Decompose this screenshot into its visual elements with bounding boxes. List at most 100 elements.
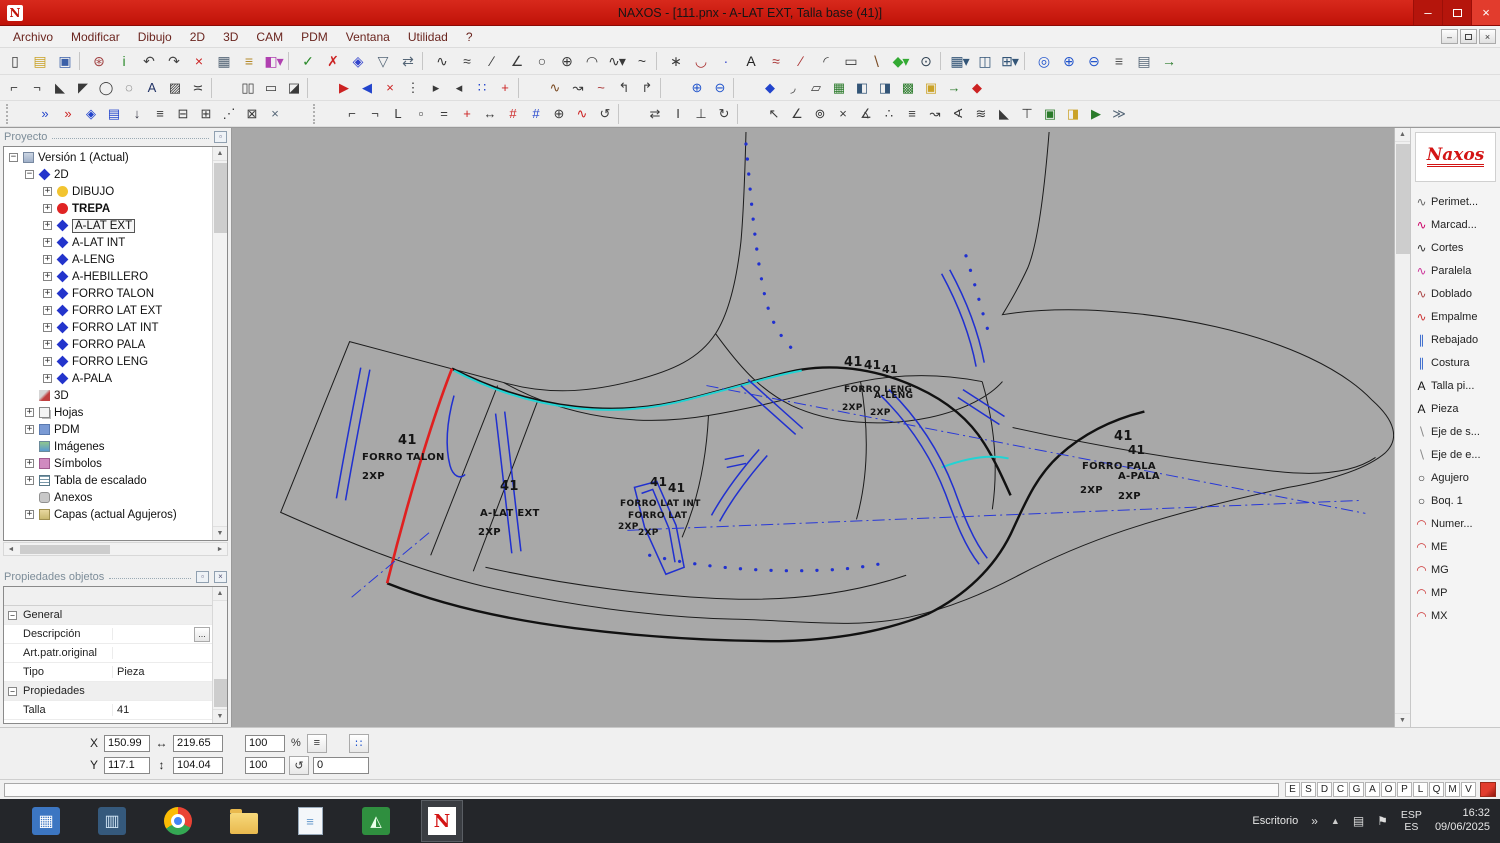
status-letter[interactable]: A — [1365, 782, 1380, 797]
fill-color-icon[interactable]: ◧▾ — [261, 50, 286, 72]
diag-dots-icon[interactable]: ⋰ — [217, 104, 240, 124]
drawing-canvas[interactable]: 41 FORRO TALON 2XP 41 A-LAT EXT 2XP 41 41 FORRO … — [232, 128, 1410, 727]
add-red-icon[interactable]: + — [455, 104, 478, 124]
snap-grid-button[interactable]: ∷ — [348, 733, 369, 753]
tool-paralela[interactable]: ∿ Paralela — [1411, 259, 1500, 282]
prop-descripcion[interactable]: Descripción ... — [4, 625, 212, 644]
property-value[interactable]: 41 — [113, 704, 212, 716]
rotation-input[interactable] — [313, 756, 369, 774]
tree-item-capas[interactable]: + Capas (actual Agujeros) — [5, 506, 211, 523]
tri-left-icon[interactable]: ◂ — [447, 78, 470, 98]
action-center-flag-icon[interactable]: ⚑ — [1377, 814, 1388, 828]
delete-doc-icon[interactable]: × — [186, 50, 211, 72]
info-icon[interactable]: i — [111, 50, 136, 72]
rotate-cw-icon[interactable]: ↻ — [712, 104, 735, 124]
chevron-icon[interactable]: » — [1311, 814, 1318, 828]
project-panel-pin-button[interactable]: ▫ — [214, 131, 227, 143]
naxos-icon[interactable]: N — [421, 800, 463, 842]
ellipsis-button[interactable]: ... — [194, 626, 210, 642]
diamond-x-icon[interactable]: ◈ — [79, 104, 102, 124]
tree-item-tabla-escalado[interactable]: + Tabla de escalado — [5, 472, 211, 489]
calculator-icon[interactable]: ▦ — [26, 801, 66, 841]
status-flag-icon[interactable] — [1480, 782, 1496, 797]
copy-icon[interactable]: ▯▯ — [236, 78, 259, 98]
menu-item[interactable]: 3D — [214, 30, 247, 44]
duplicate-icon[interactable]: ◪ — [282, 78, 305, 98]
window-right-icon[interactable]: ◨ — [873, 78, 896, 98]
convert-icon[interactable]: ⇄ — [395, 50, 420, 72]
scroll-down-icon[interactable]: ▼ — [212, 709, 227, 723]
width-input[interactable] — [173, 734, 223, 752]
pencil-icon[interactable]: ∖ — [863, 50, 888, 72]
display-tray-icon[interactable]: ▤ — [1353, 814, 1364, 828]
canvas-vertical-scrollbar[interactable]: ▲ ▼ — [1394, 128, 1410, 727]
x-red-icon[interactable]: × — [378, 78, 401, 98]
prop-art-patr-original[interactable]: Art.patr.original — [4, 644, 212, 663]
menu-item[interactable]: Archivo — [4, 30, 62, 44]
pointer-red-icon[interactable]: ▶ — [332, 78, 355, 98]
circle-icon[interactable]: ○ — [529, 50, 554, 72]
rect-icon[interactable]: ▭ — [838, 50, 863, 72]
align-lines-button[interactable]: ≡ — [306, 733, 327, 753]
hash-blue-icon[interactable]: # — [524, 104, 547, 124]
point-icon[interactable]: ⊕ — [554, 50, 579, 72]
tree-item-forro-leng[interactable]: + FORRO LENG — [5, 353, 211, 370]
expand-toggle[interactable]: − — [25, 170, 34, 179]
status-letter[interactable]: S — [1301, 782, 1316, 797]
tool-boquilla[interactable]: ○ Boq. 1 — [1411, 489, 1500, 512]
tool-mg[interactable]: ◠ MG — [1411, 558, 1500, 581]
node-edit-icon[interactable]: ∗ — [663, 50, 688, 72]
height-input[interactable] — [173, 756, 223, 774]
confirm-icon[interactable]: ✓ — [295, 50, 320, 72]
tree-item-a-lat-ext[interactable]: + A-LAT EXT — [5, 217, 211, 234]
tool-numeracion[interactable]: ◠ Numer... — [1411, 512, 1500, 535]
tri-right-icon[interactable]: ▸ — [424, 78, 447, 98]
measure-pair-icon[interactable]: ≍ — [186, 78, 209, 98]
handle-icon[interactable]: ◜ — [813, 50, 838, 72]
rotate-button[interactable]: ↺ — [289, 755, 309, 775]
tool-rebajado[interactable]: ∥ Rebajado — [1411, 328, 1500, 351]
ruler2-icon[interactable]: ≡ — [900, 104, 923, 124]
scroll-right-icon[interactable]: ► — [213, 543, 227, 555]
status-letter[interactable]: V — [1461, 782, 1476, 797]
swap-h-icon[interactable]: ⇄ — [643, 104, 666, 124]
mdi-restore-button[interactable] — [1460, 29, 1477, 44]
status-letter[interactable]: D — [1317, 782, 1332, 797]
target-icon[interactable]: ⊕ — [547, 104, 570, 124]
zoom2-in-icon[interactable]: ⊕ — [685, 78, 708, 98]
tree-item-a-hebillero[interactable]: + A-HEBILLERO — [5, 268, 211, 285]
scale-x-input[interactable] — [245, 734, 285, 752]
grid-view-icon[interactable]: ▦▾ — [947, 50, 972, 72]
property-value[interactable]: Pieza — [113, 666, 212, 678]
tree-item-3d[interactable]: 3D — [5, 387, 211, 404]
fast-red-icon[interactable]: » — [56, 104, 79, 124]
ruler-h-icon[interactable]: = — [432, 104, 455, 124]
set-square-icon[interactable]: ◣ — [992, 104, 1015, 124]
expand-toggle[interactable]: + — [43, 306, 52, 315]
oval-icon[interactable]: ◌ — [117, 78, 140, 98]
steps-icon[interactable]: ⋮ — [401, 78, 424, 98]
cut-curve-icon[interactable]: ◡ — [688, 50, 713, 72]
expand-toggle[interactable]: + — [43, 238, 52, 247]
close-button[interactable]: × — [1471, 0, 1500, 25]
expand-toggle[interactable]: + — [43, 221, 52, 230]
y-input[interactable] — [104, 756, 150, 774]
tool-cortes[interactable]: ∿ Cortes — [1411, 236, 1500, 259]
merge-icon[interactable]: ⊞ — [194, 104, 217, 124]
print-page-icon[interactable]: ▤ — [1131, 50, 1156, 72]
tree-item-a-lat-int[interactable]: + A-LAT INT — [5, 234, 211, 251]
expand-toggle[interactable]: + — [43, 255, 52, 264]
fast-blue-icon[interactable]: » — [33, 104, 56, 124]
tree-item-dibujo[interactable]: + DIBUJO — [5, 183, 211, 200]
expand-toggle[interactable]: + — [43, 187, 52, 196]
tbar-icon[interactable]: ⊤ — [1015, 104, 1038, 124]
chrome-icon[interactable] — [158, 801, 198, 841]
redo-icon[interactable]: ↷ — [161, 50, 186, 72]
x-input[interactable] — [104, 734, 150, 752]
menu-item[interactable]: Ventana — [337, 30, 399, 44]
chamfer-icon[interactable]: ◤ — [71, 78, 94, 98]
menu-item[interactable]: PDM — [292, 30, 337, 44]
status-letter[interactable]: P — [1397, 782, 1412, 797]
go-arrow-icon[interactable]: → — [942, 78, 965, 98]
expand-toggle[interactable]: + — [43, 323, 52, 332]
